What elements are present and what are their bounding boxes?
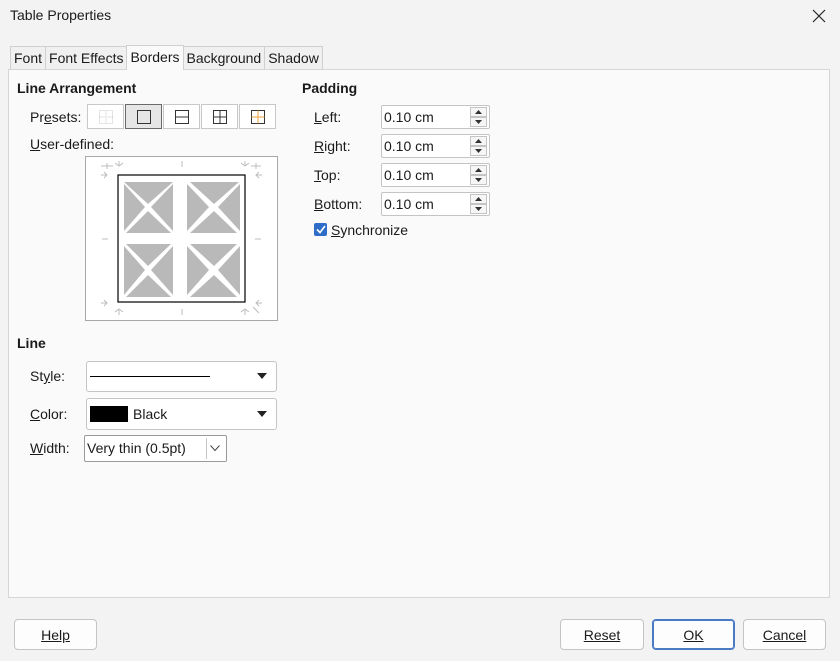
- spin-up-icon: [475, 139, 482, 143]
- spin-down-icon: [475, 149, 482, 153]
- synchronize-label[interactable]: Synchronize: [331, 222, 408, 238]
- color-value: Black: [133, 406, 168, 422]
- preset-outer-keep-inner[interactable]: [239, 104, 276, 129]
- padding-bottom-decrement[interactable]: [470, 204, 487, 214]
- color-swatch: [90, 406, 128, 422]
- cancel-button[interactable]: Cancel: [743, 619, 826, 650]
- line-color-dropdown[interactable]: Black: [86, 398, 277, 430]
- padding-right-value: 0.10 cm: [384, 138, 434, 154]
- spin-down-icon: [475, 178, 482, 182]
- tab-shadow[interactable]: Shadow: [264, 46, 323, 70]
- color-label: Color:: [30, 406, 68, 422]
- padding-top-increment[interactable]: [470, 165, 487, 175]
- tab-font[interactable]: Font: [10, 46, 47, 70]
- combo-divider: [206, 438, 207, 459]
- style-label: Style:: [30, 368, 66, 384]
- preset-all-borders-icon: [212, 109, 227, 124]
- padding-top-label: Top:: [314, 167, 341, 183]
- spin-up-icon: [475, 110, 482, 114]
- user-defined-border-editor[interactable]: [85, 156, 278, 321]
- help-button[interactable]: Help: [14, 619, 97, 650]
- line-arrangement-heading: Line Arrangement: [17, 80, 137, 96]
- padding-right-increment[interactable]: [470, 136, 487, 146]
- window-title: Table Properties: [10, 7, 112, 23]
- reset-label: Reset: [583, 626, 621, 643]
- padding-bottom-label: Bottom:: [314, 196, 363, 212]
- solid-line-icon: [90, 376, 210, 377]
- tab-bar: Font Font Effects Borders Background Sha…: [10, 45, 323, 70]
- line-width-combobox[interactable]: Very thin (0.5pt): [84, 435, 227, 462]
- padding-right-label: Right:: [314, 138, 351, 154]
- preset-outer-horizontal[interactable]: [163, 104, 200, 129]
- cancel-label: Cancel: [762, 626, 807, 643]
- preset-outer-icon: [136, 109, 151, 124]
- padding-top-decrement[interactable]: [470, 175, 487, 185]
- presets-label: Presets:: [30, 109, 82, 125]
- padding-left-label: Left:: [314, 109, 342, 125]
- padding-left-increment[interactable]: [470, 107, 487, 117]
- preset-outer-border-only[interactable]: [125, 104, 162, 129]
- padding-right-field[interactable]: 0.10 cm: [381, 134, 490, 158]
- checkmark-icon: [315, 225, 326, 234]
- padding-heading: Padding: [302, 80, 358, 96]
- line-heading: Line: [17, 335, 46, 351]
- chevron-down-icon: [210, 445, 220, 452]
- padding-left-field[interactable]: 0.10 cm: [381, 105, 490, 129]
- close-icon: [812, 9, 826, 23]
- width-value: Very thin (0.5pt): [87, 440, 186, 456]
- spin-down-icon: [475, 207, 482, 211]
- preset-outer-keep-inner-icon: [250, 109, 265, 124]
- padding-right-decrement[interactable]: [470, 146, 487, 156]
- help-label: Help: [41, 626, 70, 643]
- chevron-down-icon: [257, 373, 267, 379]
- spin-up-icon: [475, 168, 482, 172]
- preset-outer-all-inner[interactable]: [201, 104, 238, 129]
- ok-button[interactable]: OK: [652, 619, 735, 650]
- padding-top-value: 0.10 cm: [384, 167, 434, 183]
- preset-outer-horizontal-icon: [174, 109, 189, 124]
- padding-left-value: 0.10 cm: [384, 109, 434, 125]
- tab-borders[interactable]: Borders: [126, 45, 184, 70]
- user-defined-label: User-defined:: [30, 136, 115, 152]
- spin-up-icon: [475, 197, 482, 201]
- padding-top-field[interactable]: 0.10 cm: [381, 163, 490, 187]
- spin-down-icon: [475, 120, 482, 124]
- reset-button[interactable]: Reset: [560, 619, 644, 650]
- title-bar: Table Properties: [0, 0, 840, 33]
- padding-left-decrement[interactable]: [470, 117, 487, 127]
- padding-bottom-increment[interactable]: [470, 194, 487, 204]
- preset-none-icon: [98, 109, 113, 124]
- tab-background[interactable]: Background: [182, 46, 266, 70]
- width-label: Width:: [30, 440, 70, 456]
- border-preview-icon: [101, 161, 262, 315]
- synchronize-checkbox[interactable]: [314, 223, 327, 236]
- line-style-dropdown[interactable]: [86, 361, 277, 392]
- padding-bottom-field[interactable]: 0.10 cm: [381, 192, 490, 216]
- preset-no-borders[interactable]: [87, 104, 124, 129]
- presets-group: [87, 104, 277, 129]
- padding-bottom-value: 0.10 cm: [384, 196, 434, 212]
- tab-font-effects[interactable]: Font Effects: [45, 46, 128, 70]
- close-button[interactable]: [806, 3, 832, 29]
- chevron-down-icon: [257, 411, 267, 417]
- ok-label: OK: [683, 626, 704, 643]
